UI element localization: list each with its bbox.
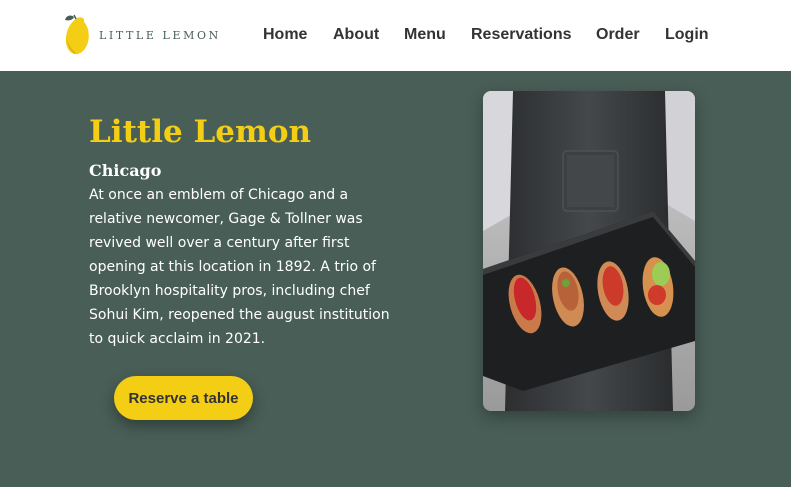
- hero-title: Little Lemon: [89, 114, 312, 150]
- hero-description: At once an emblem of Chicago and a relat…: [89, 187, 390, 347]
- nav-home[interactable]: Home: [263, 25, 307, 45]
- nav-about[interactable]: About: [333, 25, 379, 45]
- main-nav: Home About Menu Reservations Order Login: [0, 25, 791, 47]
- nav-menu[interactable]: Menu: [404, 25, 446, 45]
- nav-reservations[interactable]: Reservations: [471, 25, 572, 45]
- hero-image: [483, 91, 695, 411]
- reserve-table-button[interactable]: Reserve a table: [114, 376, 253, 420]
- nav-login[interactable]: Login: [665, 25, 709, 45]
- navbar: LITTLE LEMON Home About Menu Reservation…: [0, 0, 791, 71]
- food-platter-image: [483, 91, 695, 411]
- hero-subtitle: Chicago: [89, 161, 162, 180]
- nav-order[interactable]: Order: [596, 25, 640, 45]
